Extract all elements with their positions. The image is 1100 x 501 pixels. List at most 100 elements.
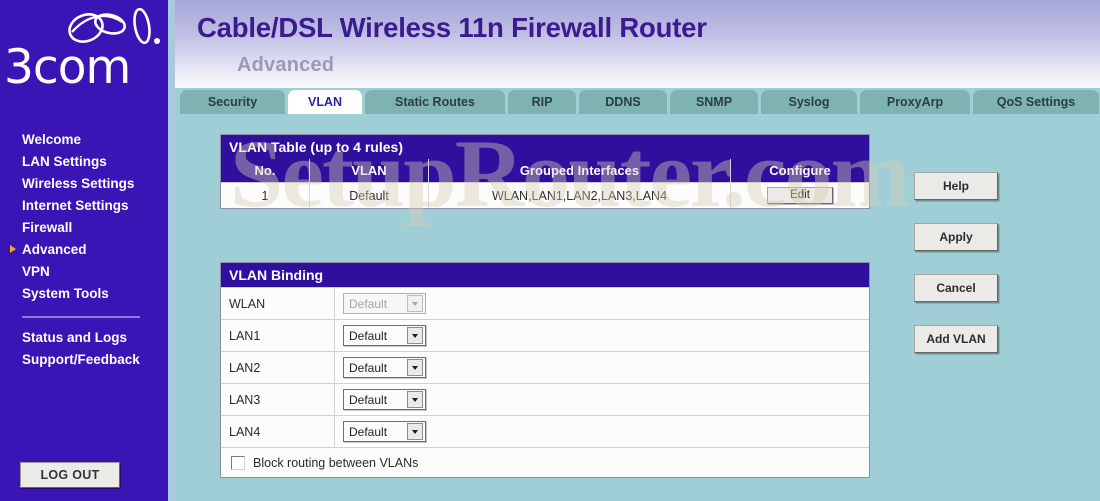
tab-label: DDNS xyxy=(605,95,641,109)
vlan-select-lan1[interactable]: Default xyxy=(343,325,426,346)
vlan-select-lan3[interactable]: Default xyxy=(343,389,426,410)
chevron-down-icon xyxy=(407,391,423,408)
page-header: Cable/DSL Wireless 11n Firewall Router A… xyxy=(175,0,1100,88)
sidebar-item-label: Internet Settings xyxy=(22,197,129,213)
binding-row-lan1: LAN1 Default xyxy=(221,319,869,351)
sidebar-item-wireless-settings[interactable]: Wireless Settings xyxy=(0,172,168,194)
sidebar-item-label: LAN Settings xyxy=(22,153,107,169)
table-row: 1 Default WLAN,LAN1,LAN2,LAN3,LAN4 Edit xyxy=(221,182,869,208)
sidebar-item-welcome[interactable]: Welcome xyxy=(0,128,168,150)
brand-logo-text: 3com xyxy=(4,40,131,95)
edit-button[interactable]: Edit xyxy=(767,187,833,204)
chevron-down-icon xyxy=(407,295,423,312)
tab-security[interactable]: Security xyxy=(180,90,285,114)
tab-static-routes[interactable]: Static Routes xyxy=(365,90,505,114)
help-button[interactable]: Help xyxy=(914,172,998,200)
tab-snmp[interactable]: SNMP xyxy=(670,90,758,114)
chevron-down-icon xyxy=(407,423,423,440)
tab-label: Syslog xyxy=(788,95,830,109)
binding-label: LAN4 xyxy=(229,424,261,439)
sidebar-item-label: Support/Feedback xyxy=(22,351,140,367)
tab-label: VLAN xyxy=(307,95,343,109)
chevron-down-icon xyxy=(407,327,423,344)
column-header-configure: Configure xyxy=(730,159,869,183)
column-header-no: No. xyxy=(221,159,310,183)
vlan-table-title: VLAN Table (up to 4 rules) xyxy=(221,135,869,159)
tab-bar: Security VLAN Static Routes RIP DDNS SNM… xyxy=(175,88,1100,114)
router-admin-page: 3com Welcome LAN Settings Wireless Setti… xyxy=(0,0,1100,501)
vlan-select-lan4[interactable]: Default xyxy=(343,421,426,442)
sidebar-item-support-feedback[interactable]: Support/Feedback xyxy=(0,348,168,370)
tab-vlan[interactable]: VLAN xyxy=(288,90,362,114)
sidebar-item-vpn[interactable]: VPN xyxy=(0,260,168,282)
binding-row-lan4: LAN4 Default xyxy=(221,415,869,447)
sidebar-nav: Welcome LAN Settings Wireless Settings I… xyxy=(0,128,168,370)
column-header-vlan: VLAN xyxy=(309,159,429,183)
brand-logo: 3com xyxy=(0,0,168,118)
vlan-select-wlan: Default xyxy=(343,293,426,314)
tab-label: SNMP xyxy=(695,95,733,109)
add-vlan-button[interactable]: Add VLAN xyxy=(914,325,998,353)
sidebar-item-firewall[interactable]: Firewall xyxy=(0,216,168,238)
sidebar-divider xyxy=(22,316,140,318)
sidebar-edge-strip xyxy=(168,0,175,501)
sidebar: 3com Welcome LAN Settings Wireless Setti… xyxy=(0,0,168,501)
sidebar-item-label: System Tools xyxy=(22,285,109,301)
vlan-select-value: Default xyxy=(349,360,388,375)
cell-vlan: Default xyxy=(309,182,429,208)
binding-row-lan2: LAN2 Default xyxy=(221,351,869,383)
tab-label: Static Routes xyxy=(395,95,475,109)
cell-configure: Edit xyxy=(730,182,869,208)
sidebar-item-status-and-logs[interactable]: Status and Logs xyxy=(0,326,168,348)
tab-ddns[interactable]: DDNS xyxy=(579,90,667,114)
vlan-select-value: Default xyxy=(349,424,388,439)
block-routing-row: Block routing between VLANs xyxy=(221,447,869,477)
vlan-select-value: Default xyxy=(349,328,388,343)
cancel-button-label: Cancel xyxy=(936,281,976,295)
sidebar-item-advanced[interactable]: Advanced xyxy=(0,238,168,260)
cell-no: 1 xyxy=(221,182,310,208)
column-header-grouped-interfaces: Grouped Interfaces xyxy=(428,159,731,183)
logout-button-label: LOG OUT xyxy=(40,468,100,482)
tab-qos-settings[interactable]: QoS Settings xyxy=(973,90,1099,114)
binding-label: LAN2 xyxy=(229,360,261,375)
binding-row-lan3: LAN3 Default xyxy=(221,383,869,415)
binding-label: LAN1 xyxy=(229,328,261,343)
sidebar-item-system-tools[interactable]: System Tools xyxy=(0,282,168,304)
sidebar-item-label: VPN xyxy=(22,263,50,279)
tab-label: Security xyxy=(207,95,258,109)
cancel-button[interactable]: Cancel xyxy=(914,274,998,302)
content-area: VLAN Table (up to 4 rules) No. VLAN Grou… xyxy=(175,114,1100,501)
tab-label: ProxyArp xyxy=(886,95,944,109)
sidebar-item-label: Welcome xyxy=(22,131,82,147)
tab-label: QoS Settings xyxy=(996,95,1076,109)
chevron-down-icon xyxy=(407,359,423,376)
page-title: Cable/DSL Wireless 11n Firewall Router xyxy=(197,12,707,43)
vlan-select-lan2[interactable]: Default xyxy=(343,357,426,378)
tab-label: RIP xyxy=(531,95,553,109)
cell-grouped-interfaces: WLAN,LAN1,LAN2,LAN3,LAN4 xyxy=(428,182,731,208)
tab-syslog[interactable]: Syslog xyxy=(761,90,857,114)
vlan-binding-panel: VLAN Binding WLAN Default LAN1 Default L… xyxy=(220,262,870,478)
tab-rip[interactable]: RIP xyxy=(508,90,576,114)
vlan-table-panel: VLAN Table (up to 4 rules) No. VLAN Grou… xyxy=(220,134,870,209)
sidebar-item-lan-settings[interactable]: LAN Settings xyxy=(0,150,168,172)
sidebar-item-label: Firewall xyxy=(22,219,73,235)
vlan-binding-title: VLAN Binding xyxy=(221,263,869,287)
tab-proxyarp[interactable]: ProxyArp xyxy=(860,90,970,114)
block-routing-label: Block routing between VLANs xyxy=(253,455,419,470)
binding-row-wlan: WLAN Default xyxy=(221,287,869,319)
block-routing-checkbox[interactable] xyxy=(231,455,245,470)
sidebar-item-label: Advanced xyxy=(22,241,87,257)
sidebar-item-label: Status and Logs xyxy=(22,329,128,345)
active-arrow-icon xyxy=(10,245,16,253)
apply-button[interactable]: Apply xyxy=(914,223,998,251)
sidebar-item-label: Wireless Settings xyxy=(22,175,135,191)
logout-button[interactable]: LOG OUT xyxy=(20,462,120,488)
binding-label: WLAN xyxy=(229,296,266,311)
binding-label: LAN3 xyxy=(229,392,261,407)
apply-button-label: Apply xyxy=(939,230,973,244)
vlan-select-value: Default xyxy=(349,392,388,407)
vlan-table: No. VLAN Grouped Interfaces Configure 1 … xyxy=(221,159,869,208)
sidebar-item-internet-settings[interactable]: Internet Settings xyxy=(0,194,168,216)
